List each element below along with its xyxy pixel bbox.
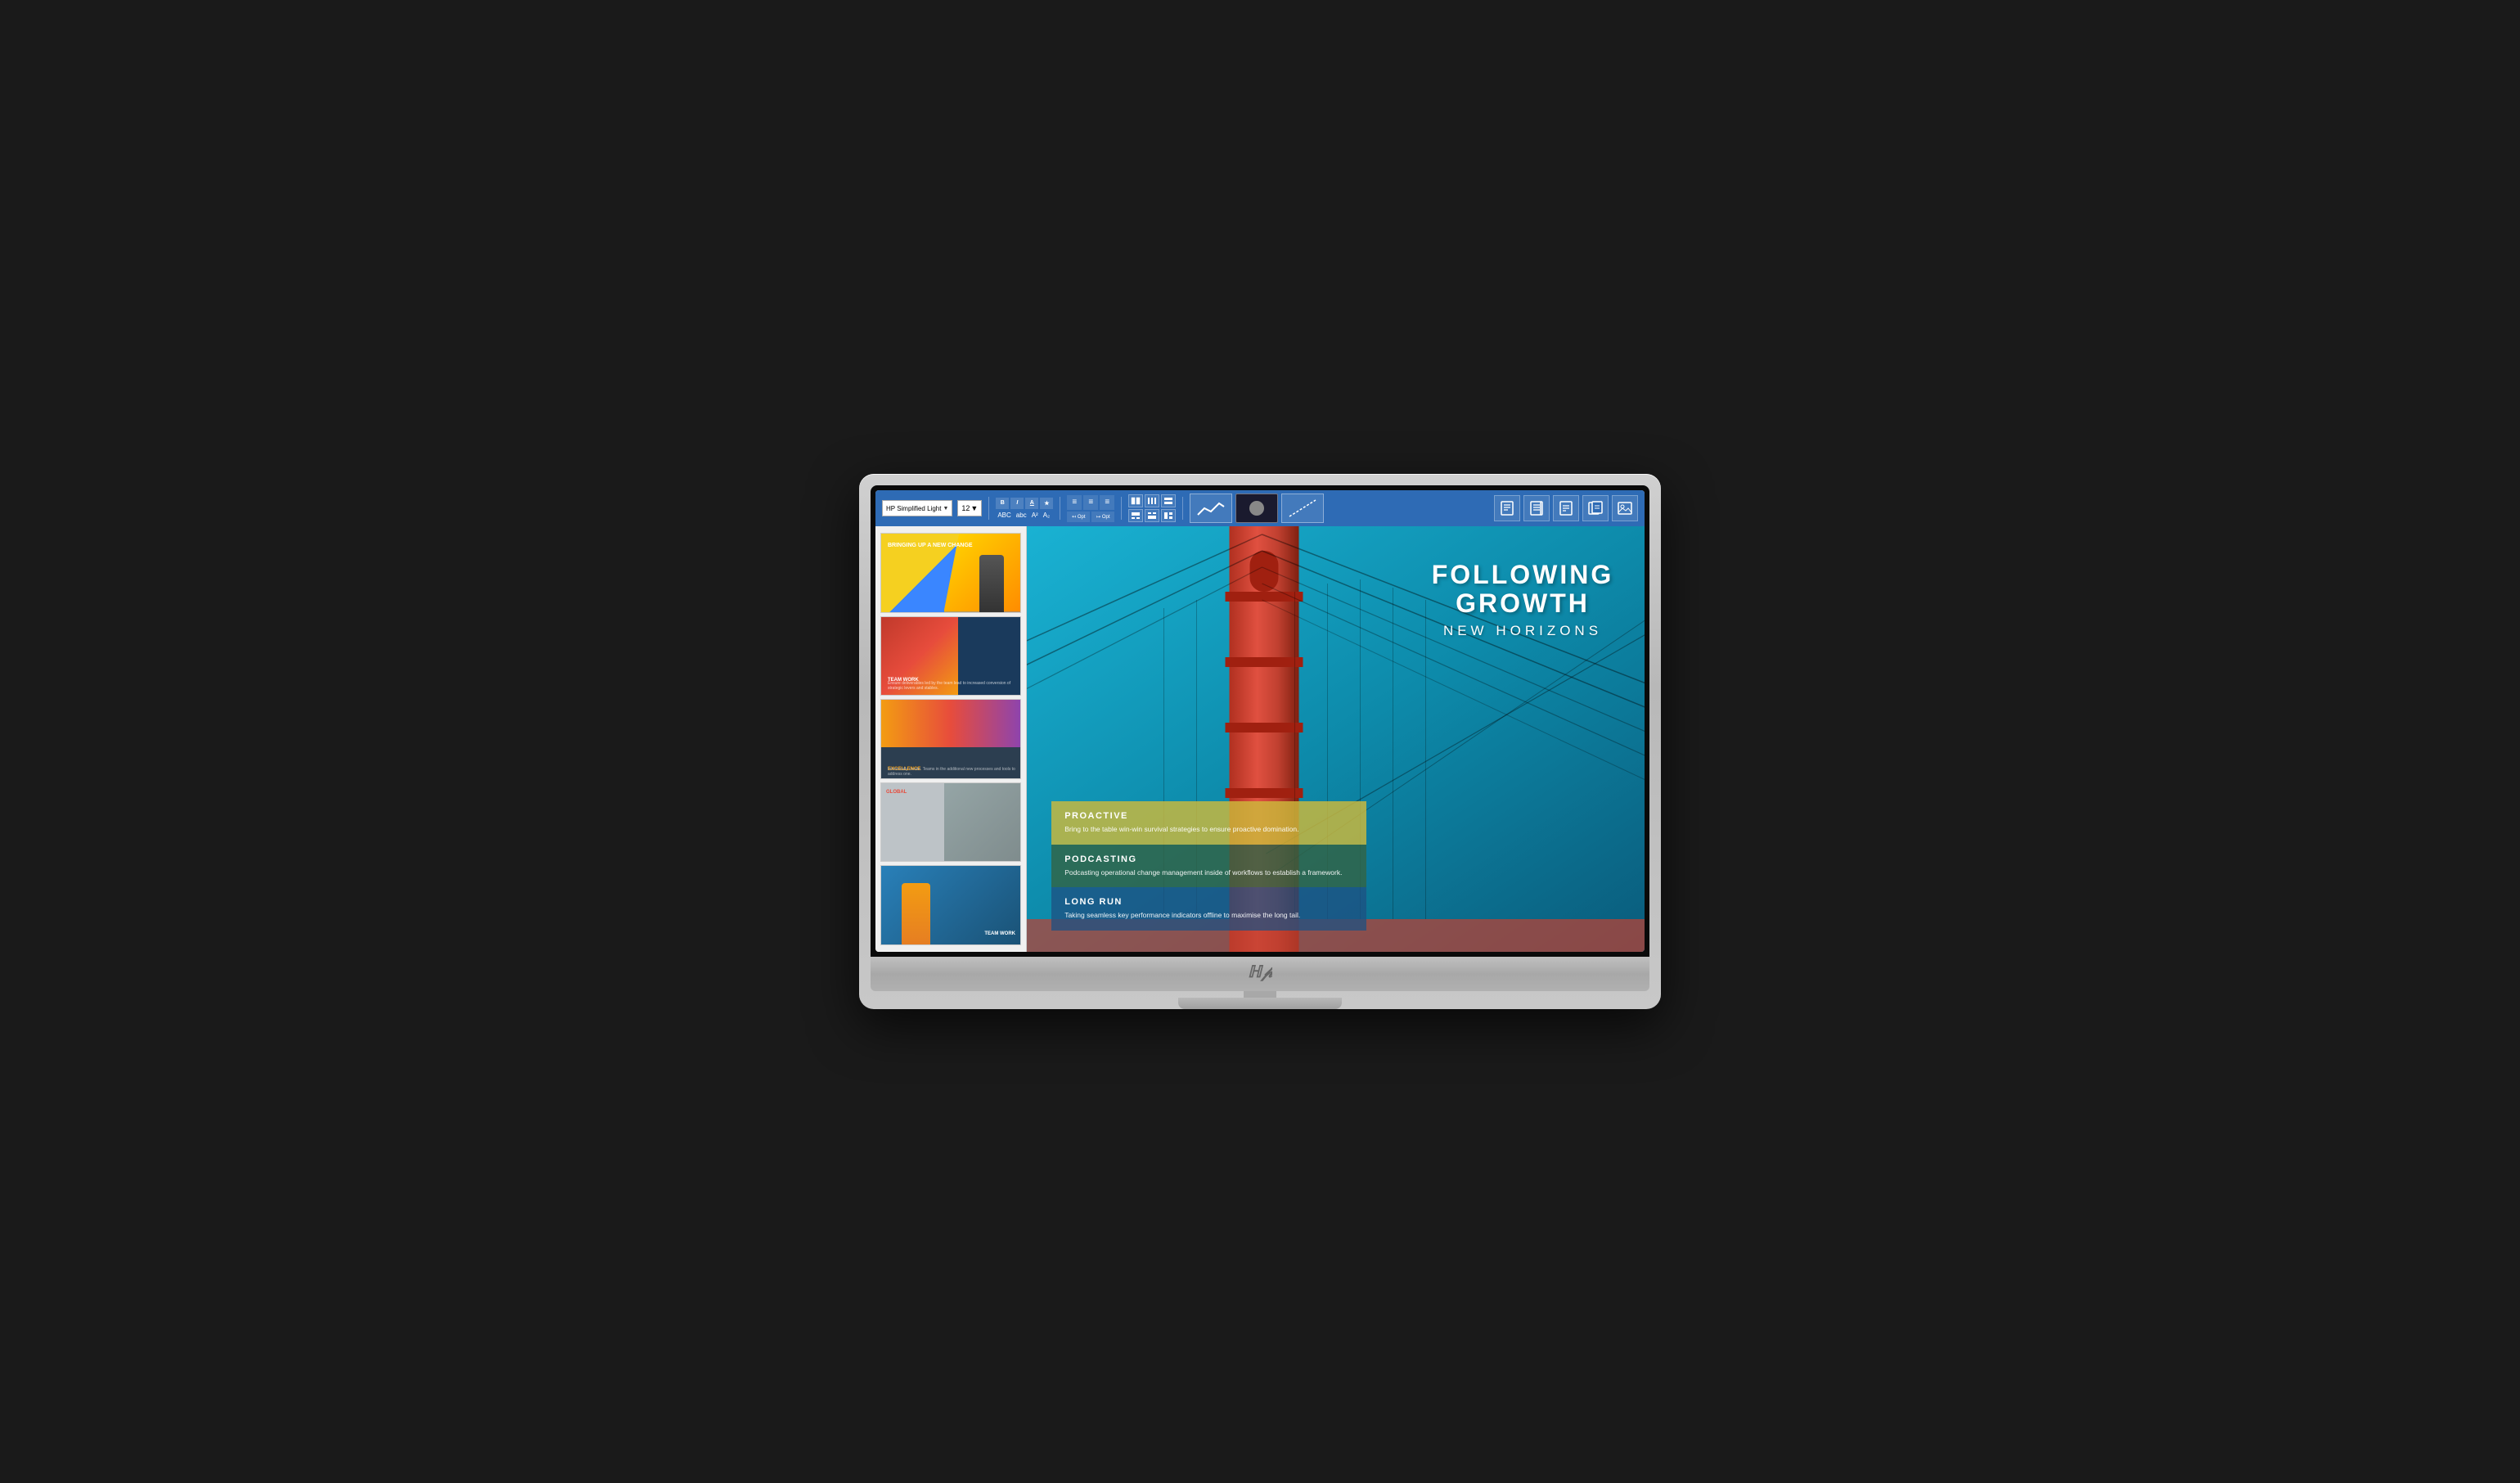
long-run-title: LONG RUN — [1064, 897, 1353, 907]
formatting-group: B I A ★ ABC abc A² A₂ — [996, 498, 1053, 520]
formatting-row-1: B I A ★ — [996, 498, 1053, 509]
chart-buttons-group — [1190, 494, 1324, 523]
toolbar: HP Simplified Light ▼ 12 ▼ B I A ★ — [875, 490, 1645, 526]
underline-button[interactable]: A — [1025, 498, 1038, 509]
font-selector[interactable]: HP Simplified Light ▼ — [882, 500, 952, 516]
toggle-button[interactable] — [1235, 494, 1278, 523]
abc-label: ABC — [996, 511, 1012, 520]
font-size-value: 12 — [961, 504, 970, 512]
main-area: BRINGING UP A NEW CHANGE TEAM WORK Ensur… — [875, 526, 1645, 952]
subscript-label: A₂ — [1042, 511, 1051, 520]
slide-4-right — [944, 783, 1021, 862]
align-right-btn[interactable]: ≡ — [1100, 495, 1114, 510]
font-name-label: HP Simplified Light — [886, 505, 941, 512]
align-center-btn[interactable]: ≡ — [1083, 495, 1098, 510]
divider-4 — [1182, 497, 1183, 520]
indent-inc-btn[interactable]: ↦ Opt — [1091, 512, 1114, 522]
slide-panel: BRINGING UP A NEW CHANGE TEAM WORK Ensur… — [875, 526, 1027, 952]
font-dropdown-arrow[interactable]: ▼ — [943, 506, 948, 512]
notes-button[interactable] — [1494, 495, 1520, 521]
content-boxes: PROACTIVE Bring to the table win-win sur… — [1051, 801, 1366, 931]
slide-5-person — [902, 883, 930, 944]
slide-thumb-1[interactable]: BRINGING UP A NEW CHANGE — [880, 533, 1021, 613]
new-horizons-subtitle: NEW HORIZONS — [1432, 623, 1614, 639]
slide-5-title: TEAM WORK — [984, 931, 1015, 936]
font-size-arrow[interactable]: ▼ — [970, 504, 978, 512]
following-growth-line2: GROWTH — [1432, 589, 1614, 618]
long-run-box: LONG RUN Taking seamless key performance… — [1051, 887, 1366, 931]
monitor: HP Simplified Light ▼ 12 ▼ B I A ★ — [859, 474, 1661, 1009]
superscript-label: A² — [1030, 511, 1040, 520]
align-row-1: ≡ ≡ ≡ — [1067, 495, 1114, 510]
star-button[interactable]: ★ — [1040, 498, 1053, 509]
layout-btn-5[interactable] — [1145, 509, 1159, 522]
align-group: ≡ ≡ ≡ ↤ Opt ↦ Opt — [1067, 495, 1114, 522]
slide-4-left — [881, 783, 944, 862]
podcasting-text: Podcasting operational change management… — [1064, 868, 1353, 878]
italic-button[interactable]: I — [1010, 498, 1024, 509]
hp-logo: ℍ𝓅 — [1248, 962, 1272, 986]
layout-btn-2[interactable] — [1145, 494, 1159, 507]
slide-thumb-5[interactable]: TEAM WORK — [880, 865, 1021, 945]
slide-thumb-2[interactable]: TEAM WORK Ensure deliverables led by the… — [880, 616, 1021, 696]
slide-2-desc: Ensure deliverables led by the team lead… — [888, 681, 1020, 691]
slide-3-desc: Intrinsically create. Teams in the addit… — [888, 767, 1020, 777]
slide-4-title: GLOBAL — [886, 790, 907, 795]
font-size-box[interactable]: 12 ▼ — [957, 500, 982, 516]
slide-thumb-4[interactable]: GLOBAL — [880, 782, 1021, 863]
trend-line-button[interactable] — [1281, 494, 1324, 523]
align-left-btn[interactable]: ≡ — [1067, 495, 1082, 510]
proactive-title: PROACTIVE — [1064, 811, 1353, 821]
podcasting-title: PODCASTING — [1064, 854, 1353, 864]
layout-btn-3[interactable] — [1161, 494, 1176, 507]
abc-lower-label: abc — [1015, 511, 1028, 520]
proactive-box: PROACTIVE Bring to the table win-win sur… — [1051, 801, 1366, 845]
main-slide-view: FOLLOWING GROWTH NEW HORIZONS PROACTIVE … — [1027, 526, 1645, 952]
line-chart-button[interactable] — [1190, 494, 1232, 523]
divider-3 — [1121, 497, 1122, 520]
monitor-stand-neck — [1244, 991, 1276, 998]
doc-button[interactable] — [1553, 495, 1579, 521]
slide-thumb-3[interactable]: EXCELLENCE Intrinsically create. Teams i… — [880, 699, 1021, 779]
layout-row-2 — [1128, 509, 1176, 522]
indent-dec-btn[interactable]: ↤ Opt — [1067, 512, 1090, 522]
screen-bezel: HP Simplified Light ▼ 12 ▼ B I A ★ — [871, 485, 1649, 957]
svg-text:ℍ𝓅: ℍ𝓅 — [1248, 963, 1272, 981]
bold-button[interactable]: B — [996, 498, 1009, 509]
image-button[interactable] — [1612, 495, 1638, 521]
layout-btn-6[interactable] — [1161, 509, 1176, 522]
indent-row: ↤ Opt ↦ Opt — [1067, 512, 1114, 522]
layout-btn-1[interactable] — [1128, 494, 1143, 507]
monitor-stand-base — [1178, 998, 1342, 1009]
screen: HP Simplified Light ▼ 12 ▼ B I A ★ — [875, 490, 1645, 952]
proactive-text: Bring to the table win-win survival stra… — [1064, 824, 1353, 835]
slide-main-title: FOLLOWING GROWTH NEW HORIZONS — [1432, 561, 1614, 639]
doc2-button[interactable] — [1582, 495, 1609, 521]
monitor-bottom: ℍ𝓅 — [871, 957, 1649, 991]
long-run-text: Taking seamless key performance indicato… — [1064, 910, 1353, 921]
divider-1 — [988, 497, 989, 520]
slide-3-bg — [881, 700, 1020, 746]
slide-1-text: BRINGING UP A NEW CHANGE — [888, 542, 973, 549]
layout-group — [1128, 494, 1176, 522]
toggle-circle — [1249, 501, 1264, 516]
following-growth-line1: FOLLOWING — [1432, 561, 1614, 589]
formatting-row-2: ABC abc A² A₂ — [996, 511, 1053, 520]
slide-1-person — [979, 555, 1004, 612]
podcasting-box: PODCASTING Podcasting operational change… — [1051, 845, 1366, 888]
layout-btn-4[interactable] — [1128, 509, 1143, 522]
right-icons-group — [1494, 495, 1638, 521]
layout-row-1 — [1128, 494, 1176, 507]
notes2-button[interactable] — [1523, 495, 1550, 521]
